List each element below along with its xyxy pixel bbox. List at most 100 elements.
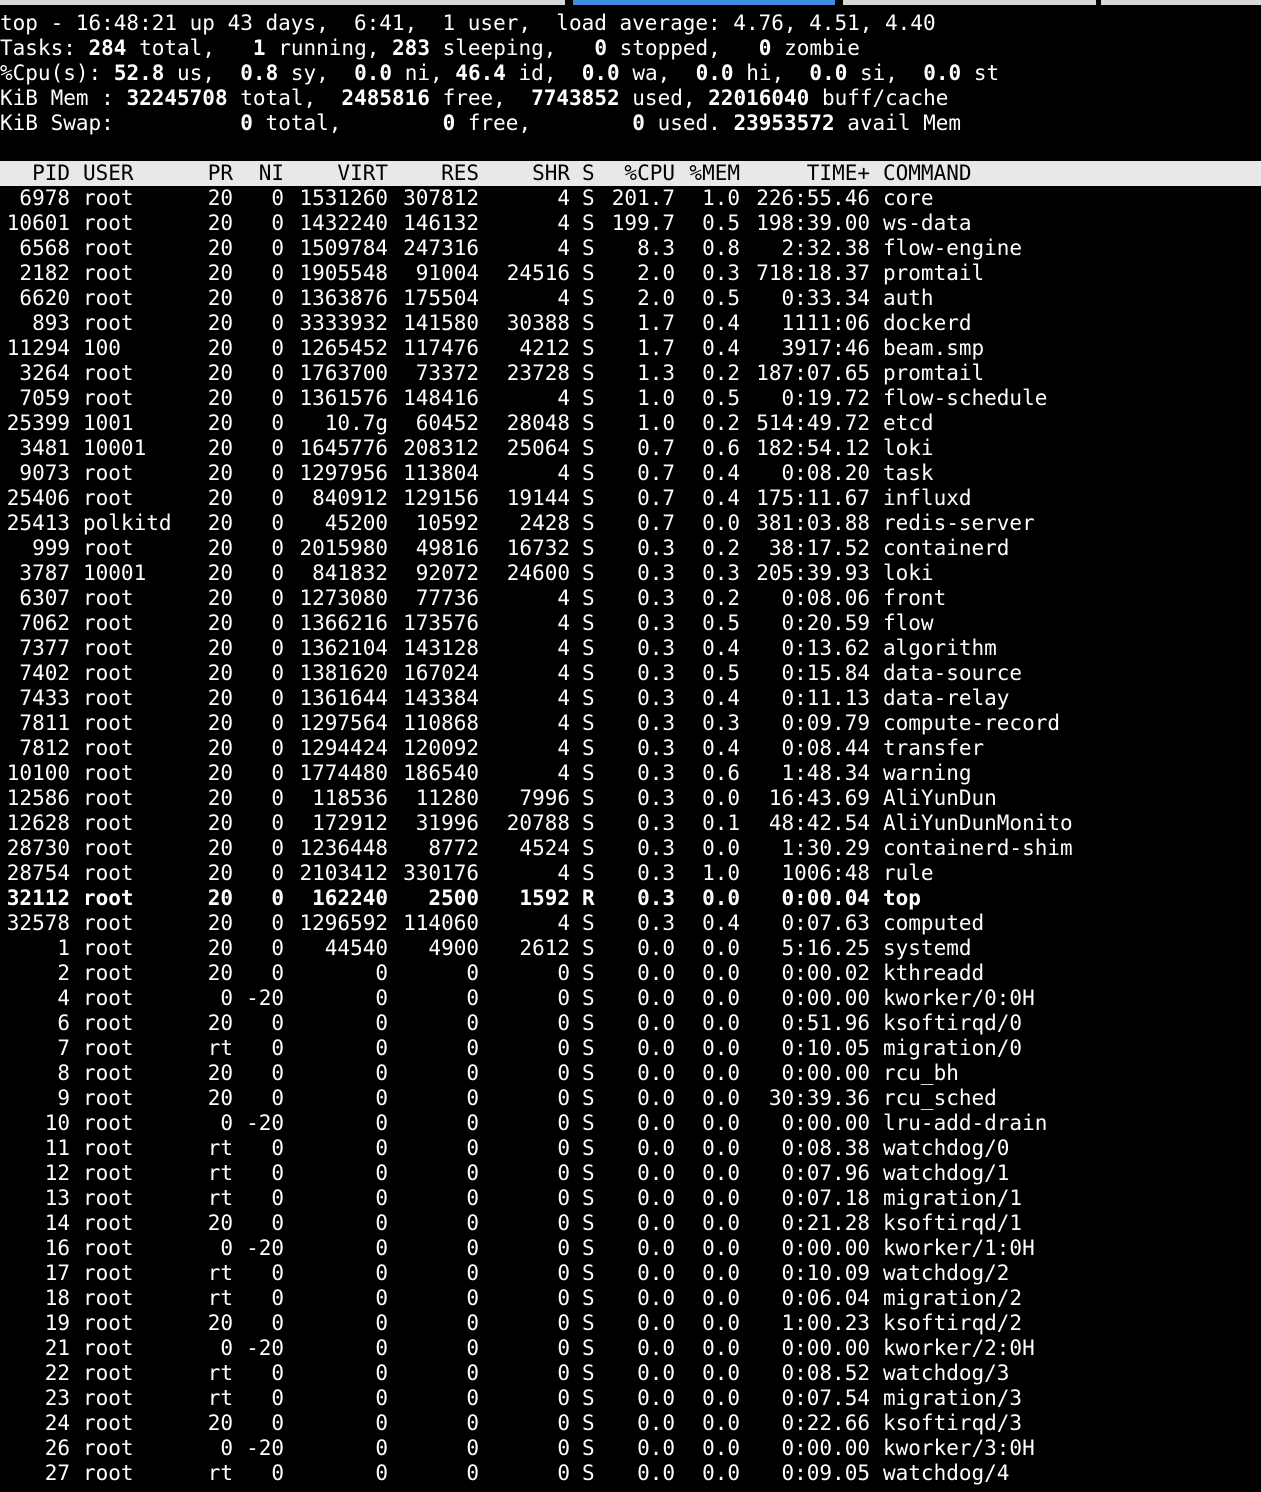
process-row[interactable]: 11294 100 20 0 1265452 117476 4212 S 1.7 0.4 3917:…: [0, 336, 1261, 361]
process-row[interactable]: 16 root 0 -20 0 0 0 S 0.0 0.0 0:00.00 kworker/1:0H: [0, 1236, 1261, 1261]
col-header-state[interactable]: S: [570, 161, 608, 186]
process-row[interactable]: 7062 root 20 0 1366216 173576 4 S 0.3 0.5 0:20.59 f…: [0, 611, 1261, 636]
cell-cpu-percent: 0.0: [637, 1111, 675, 1135]
cell-virt: 1236448: [299, 836, 388, 860]
mem-total: 32245708: [126, 86, 228, 110]
process-row[interactable]: 10100 root 20 0 1774480 186540 4 S 0.3 0.6 1:48.34…: [0, 761, 1261, 786]
cell-state: S: [582, 1336, 595, 1360]
cell-pid: 28754: [6, 861, 70, 885]
process-row[interactable]: 8 root 20 0 0 0 0 S 0.0 0.0 0:00.00 rcu_bh: [0, 1061, 1261, 1086]
process-row[interactable]: 24 root 20 0 0 0 0 S 0.0 0.0 0:22.66 ksoftirqd/3: [0, 1411, 1261, 1436]
cell-res: 0: [466, 1411, 479, 1435]
process-row[interactable]: 32578 root 20 0 1296592 114060 4 S 0.3 0.4 0:07.63…: [0, 911, 1261, 936]
process-row[interactable]: 27 root rt 0 0 0 0 S 0.0 0.0 0:09.05 watchdog/4: [0, 1461, 1261, 1486]
process-row[interactable]: 7402 root 20 0 1381620 167024 4 S 0.3 0.5 0:15.84 d…: [0, 661, 1261, 686]
process-row[interactable]: 19 root 20 0 0 0 0 S 0.0 0.0 1:00.23 ksoftirqd/2: [0, 1311, 1261, 1336]
cell-priority: 20: [207, 861, 233, 885]
process-row[interactable]: 14 root 20 0 0 0 0 S 0.0 0.0 0:21.28 ksoftirqd/1: [0, 1211, 1261, 1236]
process-row[interactable]: 12628 root 20 0 172912 31996 20788 S 0.3 0.1 48:42…: [0, 811, 1261, 836]
process-row[interactable]: 4 root 0 -20 0 0 0 S 0.0 0.0 0:00.00 kworker/0:0H: [0, 986, 1261, 1011]
terminal-tab[interactable]: [843, 0, 1096, 5]
col-header-shr[interactable]: SHR: [479, 161, 570, 186]
cell-shr: 0: [557, 1086, 570, 1110]
process-row[interactable]: 7812 root 20 0 1294424 120092 4 S 0.3 0.4 0:08.44 t…: [0, 736, 1261, 761]
process-row[interactable]: 10 root 0 -20 0 0 0 S 0.0 0.0 0:00.00 lru-add-drain: [0, 1111, 1261, 1136]
process-row[interactable]: 32112 root 20 0 162240 2500 1592 R 0.3 0.0 0:00.04…: [0, 886, 1261, 911]
cell-pid: 9073: [19, 461, 70, 485]
cell-mem-percent: 0.0: [702, 1436, 740, 1460]
cell-cpu-percent: 0.7: [637, 436, 675, 460]
process-row[interactable]: 17 root rt 0 0 0 0 S 0.0 0.0 0:10.09 watchdog/2: [0, 1261, 1261, 1286]
cpu-us: 52.8: [113, 61, 165, 85]
process-row[interactable]: 9 root 20 0 0 0 0 S 0.0 0.0 30:39.36 rcu_sched: [0, 1086, 1261, 1111]
process-row[interactable]: 9073 root 20 0 1297956 113804 4 S 0.7 0.4 0:08.20 t…: [0, 461, 1261, 486]
process-row[interactable]: 6978 root 20 0 1531260 307812 4 S 201.7 1.0 226:55…: [0, 186, 1261, 211]
cell-command: kworker/3:0H: [883, 1436, 1035, 1460]
process-row[interactable]: 23 root rt 0 0 0 0 S 0.0 0.0 0:07.54 migration/3: [0, 1386, 1261, 1411]
process-row[interactable]: 999 root 20 0 2015980 49816 16732 S 0.3 0.2 38:17.…: [0, 536, 1261, 561]
col-header-time[interactable]: TIME+: [740, 161, 870, 186]
cell-cpu-percent: 0.0: [637, 1386, 675, 1410]
cell-command: computed: [883, 911, 985, 935]
terminal-tab[interactable]: [0, 0, 565, 5]
cell-mem-percent: 0.0: [702, 936, 740, 960]
process-row[interactable]: 3264 root 20 0 1763700 73372 23728 S 1.3 0.2 187:0…: [0, 361, 1261, 386]
cell-cpu-percent: 0.3: [637, 911, 675, 935]
process-row[interactable]: 893 root 20 0 3333932 141580 30388 S 1.7 0.4 1111:…: [0, 311, 1261, 336]
cell-user: root: [83, 1436, 134, 1460]
cell-cpu-percent: 0.0: [637, 1261, 675, 1285]
process-row[interactable]: 3787 10001 20 0 841832 92072 24600 S 0.3 0.3 205:3…: [0, 561, 1261, 586]
cell-command: promtail: [883, 261, 985, 285]
process-row[interactable]: 26 root 0 -20 0 0 0 S 0.0 0.0 0:00.00 kworker/3:0H: [0, 1436, 1261, 1461]
cell-nice: 0: [271, 386, 284, 410]
process-row[interactable]: 18 root rt 0 0 0 0 S 0.0 0.0 0:06.04 migration/2: [0, 1286, 1261, 1311]
process-row[interactable]: 12 root rt 0 0 0 0 S 0.0 0.0 0:07.96 watchdog/1: [0, 1161, 1261, 1186]
col-header-command[interactable]: COMMAND: [870, 161, 1243, 186]
process-row[interactable]: 13 root rt 0 0 0 0 S 0.0 0.0 0:07.18 migration/1: [0, 1186, 1261, 1211]
col-header-res[interactable]: RES: [388, 161, 479, 186]
process-row[interactable]: 7377 root 20 0 1362104 143128 4 S 0.3 0.4 0:13.62 a…: [0, 636, 1261, 661]
process-row[interactable]: 6 root 20 0 0 0 0 S 0.0 0.0 0:51.96 ksoftirqd/0: [0, 1011, 1261, 1036]
cell-res: 0: [466, 1011, 479, 1035]
process-row[interactable]: 7433 root 20 0 1361644 143384 4 S 0.3 0.4 0:11.13 d…: [0, 686, 1261, 711]
process-row[interactable]: 6307 root 20 0 1273080 77736 4 S 0.3 0.2 0:08.06 fr…: [0, 586, 1261, 611]
col-header-cpu[interactable]: %CPU: [608, 161, 675, 186]
terminal-tab-active[interactable]: [573, 0, 835, 5]
cell-mem-percent: 0.5: [702, 661, 740, 685]
col-header-user[interactable]: USER: [70, 161, 193, 186]
process-row[interactable]: 25399 1001 20 0 10.7g 60452 28048 S 1.0 0.2 514:49…: [0, 411, 1261, 436]
process-row[interactable]: 28754 root 20 0 2103412 330176 4 S 0.3 1.0 1006:48…: [0, 861, 1261, 886]
process-row[interactable]: 12586 root 20 0 118536 11280 7996 S 0.3 0.0 16:43.…: [0, 786, 1261, 811]
col-header-mem[interactable]: %MEM: [675, 161, 740, 186]
cell-cpu-percent: 0.0: [637, 1436, 675, 1460]
process-row[interactable]: 7059 root 20 0 1361576 148416 4 S 1.0 0.5 0:19.72 f…: [0, 386, 1261, 411]
swap-total: 0: [240, 111, 253, 135]
process-row[interactable]: 7811 root 20 0 1297564 110868 4 S 0.3 0.3 0:09.79 c…: [0, 711, 1261, 736]
process-row[interactable]: 21 root 0 -20 0 0 0 S 0.0 0.0 0:00.00 kworker/2:0H: [0, 1336, 1261, 1361]
cell-pid: 14: [44, 1211, 70, 1235]
process-row[interactable]: 25413 polkitd 20 0 45200 10592 2428 S 0.7 0.0 381:…: [0, 511, 1261, 536]
process-row[interactable]: 6568 root 20 0 1509784 247316 4 S 8.3 0.8 2:32.38 f…: [0, 236, 1261, 261]
col-header-virt[interactable]: VIRT: [284, 161, 388, 186]
process-row[interactable]: 28730 root 20 0 1236448 8772 4524 S 0.3 0.0 1:30.2…: [0, 836, 1261, 861]
process-row[interactable]: 2 root 20 0 0 0 0 S 0.0 0.0 0:00.02 kthreadd: [0, 961, 1261, 986]
cell-mem-percent: 0.4: [702, 736, 740, 760]
col-header-ni[interactable]: NI: [233, 161, 284, 186]
col-header-pr[interactable]: PR: [193, 161, 233, 186]
cell-res: 0: [466, 986, 479, 1010]
process-row[interactable]: 7 root rt 0 0 0 0 S 0.0 0.0 0:10.05 migration/0: [0, 1036, 1261, 1061]
process-row[interactable]: 3481 10001 20 0 1645776 208312 25064 S 0.7 0.6 182…: [0, 436, 1261, 461]
process-row[interactable]: 6620 root 20 0 1363876 175504 4 S 2.0 0.5 0:33.34 a…: [0, 286, 1261, 311]
cell-pid: 6: [57, 1011, 70, 1035]
process-row[interactable]: 1 root 20 0 44540 4900 2612 S 0.0 0.0 5:16.25 syste…: [0, 936, 1261, 961]
col-header-pid[interactable]: PID: [0, 161, 70, 186]
terminal-tab[interactable]: [1101, 0, 1261, 5]
process-row[interactable]: 22 root rt 0 0 0 0 S 0.0 0.0 0:08.52 watchdog/3: [0, 1361, 1261, 1386]
process-row[interactable]: 25406 root 20 0 840912 129156 19144 S 0.7 0.4 175:…: [0, 486, 1261, 511]
terminal-output[interactable]: top - 16:48:21 up 43 days, 6:41, 1 user,…: [0, 11, 1261, 1486]
cell-priority: 20: [207, 961, 233, 985]
cell-cpu-percent: 0.0: [637, 1461, 675, 1485]
process-row[interactable]: 11 root rt 0 0 0 0 S 0.0 0.0 0:08.38 watchdog/0: [0, 1136, 1261, 1161]
process-row[interactable]: 2182 root 20 0 1905548 91004 24516 S 2.0 0.3 718:1…: [0, 261, 1261, 286]
process-row[interactable]: 10601 root 20 0 1432240 146132 4 S 199.7 0.5 198:3…: [0, 211, 1261, 236]
